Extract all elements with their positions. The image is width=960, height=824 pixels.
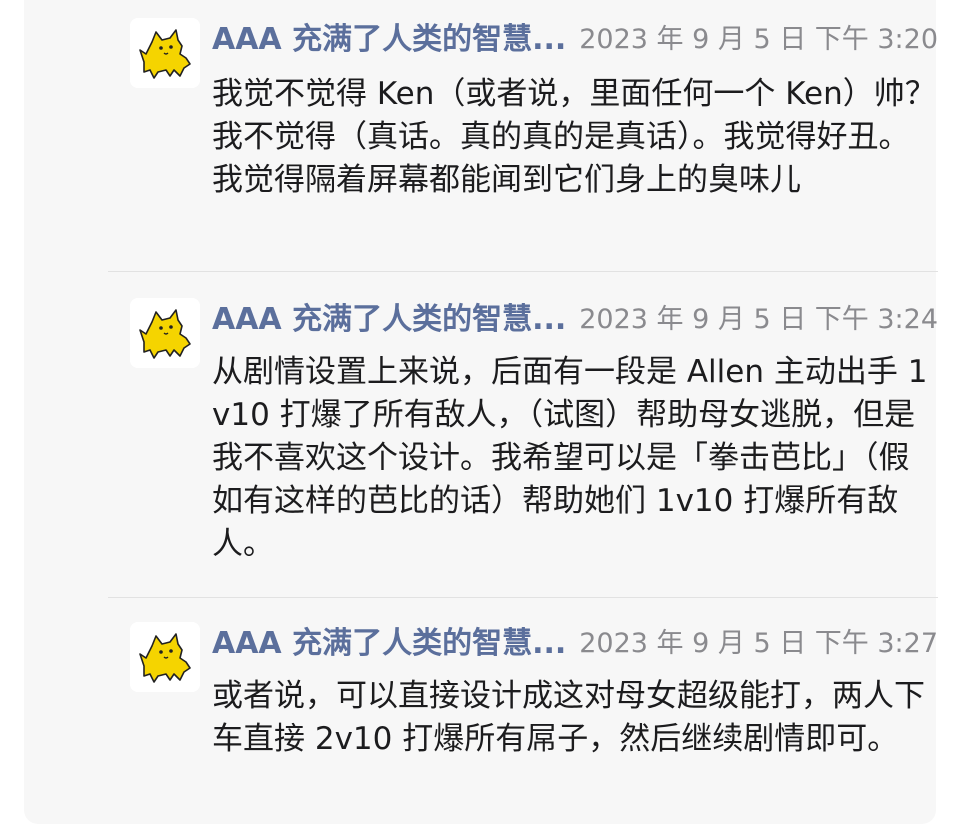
timestamp: 2023 年 9 月 5 日 下午 3:24 [579, 304, 938, 335]
sender-name[interactable]: AAA 充满了人类的智慧... [212, 624, 602, 664]
message-text: 我觉不觉得 Ken（或者说，里面任何一个 Ken）帅？我不觉得（真话。真的真的是… [212, 76, 936, 198]
avatar[interactable] [130, 18, 200, 88]
yellow-cat-icon [130, 18, 200, 88]
avatar[interactable] [130, 298, 200, 368]
message-item: AAA 充满了人类的智慧... 2023 年 9 月 5 日 下午 3:24 从… [108, 272, 938, 596]
timestamp: 2023 年 9 月 5 日 下午 3:27 [579, 628, 938, 659]
message-item: AAA 充满了人类的智慧... 2023 年 9 月 5 日 下午 3:20 我… [108, 0, 938, 270]
sender-name[interactable]: AAA 充满了人类的智慧... [212, 20, 602, 60]
message-text: 从剧情设置上来说，后面有一段是 Allen 主动出手 1v10 打爆了所有敌人，… [212, 354, 928, 562]
timestamp: 2023 年 9 月 5 日 下午 3:20 [579, 24, 938, 55]
yellow-cat-icon [130, 298, 200, 368]
message-item: AAA 充满了人类的智慧... 2023 年 9 月 5 日 下午 3:27 或… [108, 598, 938, 824]
message-text: 或者说，可以直接设计成这对母女超级能打，两人下车直接 2v10 打爆所有屌子，然… [212, 678, 925, 757]
comment-thread: AAA 充满了人类的智慧... 2023 年 9 月 5 日 下午 3:20 我… [24, 0, 938, 824]
avatar[interactable] [130, 622, 200, 692]
sender-name[interactable]: AAA 充满了人类的智慧... [212, 300, 602, 340]
yellow-cat-icon [130, 622, 200, 692]
